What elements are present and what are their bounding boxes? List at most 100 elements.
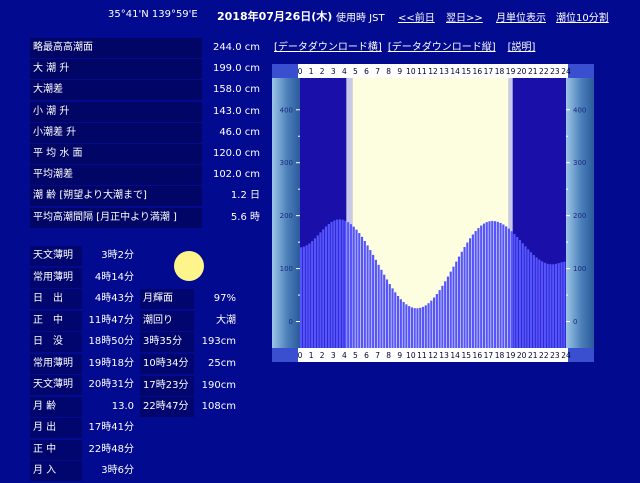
tide-bar <box>374 259 377 348</box>
x-tick-label-top: 12 <box>428 67 438 76</box>
tide-bar <box>388 284 391 348</box>
x-tick-label-top: 19 <box>506 67 516 76</box>
time-label: 天文薄明 <box>30 375 82 395</box>
y-tick-label: 200 <box>280 212 293 220</box>
tide-bar <box>383 274 386 348</box>
y-tick-label: 400 <box>280 106 293 114</box>
tide-bar <box>344 220 347 348</box>
x-tick-label-top: 18 <box>495 67 505 76</box>
x-tick-label-top: 17 <box>484 67 494 76</box>
time-label: 月 齢 <box>30 396 82 417</box>
moon-row: 潮回り 大潮 <box>140 310 240 331</box>
x-tick-label-top: 2 <box>320 67 325 76</box>
moon-label: 月輝面 <box>140 289 194 309</box>
tide-bar <box>471 234 474 348</box>
tide-bar <box>538 259 541 348</box>
time-label: 月 出 <box>30 418 82 438</box>
time-label: 月 入 <box>30 461 82 481</box>
tide-bar <box>513 233 516 348</box>
x-tick-label-top: 6 <box>364 67 369 76</box>
stat-row: 小 潮 升 143.0 cm <box>30 101 262 122</box>
tide-bar <box>394 292 397 348</box>
x-tick-label-top: 22 <box>539 67 549 76</box>
tide-bar <box>488 221 491 348</box>
moon-label: 22時47分 <box>140 397 194 418</box>
tide-interval-link[interactable]: 潮位10分割 <box>556 9 609 24</box>
x-tick-label-top: 1 <box>309 67 314 76</box>
header-bar: 35°41'N 139°59'E 2018年07月26日(木) 使用時 JST … <box>0 9 640 24</box>
tide-bar <box>446 276 450 348</box>
moon-label: 潮回り <box>140 310 194 331</box>
tide-bar <box>430 300 433 348</box>
moon-label: 3時35分 <box>140 332 194 353</box>
timezone: 使用時 JST <box>336 13 385 24</box>
next-day-link[interactable]: 翌日>> <box>446 9 483 24</box>
time-row: 日 出 4時43分 <box>30 289 138 309</box>
tide-bar <box>438 290 441 348</box>
tide-bar <box>380 269 383 348</box>
x-tick-label-bottom: 2 <box>320 351 325 360</box>
stat-row: 潮 齢 [朔望より大潮まで] 1.2 日 <box>30 186 262 207</box>
time-value: 22時48分 <box>88 443 134 455</box>
x-tick-label-bottom: 23 <box>550 351 560 360</box>
tide-bar <box>441 285 444 348</box>
tide-bar <box>408 306 411 348</box>
time-row: 正 中 11時47分 <box>30 310 138 331</box>
tide-bar <box>424 305 427 348</box>
y-tick-label: 0 <box>289 318 293 326</box>
tide-bar <box>324 226 328 348</box>
stat-label: 小潮差 升 <box>30 122 202 143</box>
tide-bar <box>385 279 389 348</box>
tide-chart: 0 0100 100200 200300 300400 40000112233445566… <box>272 64 594 362</box>
y-tick-label: 300 <box>280 159 293 167</box>
tide-bar <box>516 236 519 348</box>
time-row: 常用薄明 19時18分 <box>30 353 138 374</box>
time-label: 日 出 <box>30 289 82 309</box>
time-value: 19時18分 <box>88 357 134 369</box>
tide-bar <box>399 299 402 348</box>
stat-value: 120.0 cm <box>212 147 260 159</box>
x-tick-label-top: 21 <box>528 67 538 76</box>
download-horizontal-link[interactable]: [データダウンロード横] <box>274 42 382 53</box>
stat-value: 102.0 cm <box>212 169 260 181</box>
x-tick-label-top: 16 <box>473 67 483 76</box>
monthly-view-link[interactable]: 月単位表示 <box>496 9 546 24</box>
tide-bar <box>366 245 369 348</box>
tide-bar <box>363 240 366 348</box>
moon-row: 10時34分 25cm <box>140 354 240 375</box>
sun-moon-times-table: 天文薄明 3時2分 常用薄明 4時14分 日 出 4時43分 正 中 11時47分 日 … <box>30 246 138 483</box>
x-tick-label-bottom: 5 <box>353 351 358 360</box>
stat-row: 平 均 水 面 120.0 cm <box>30 143 262 164</box>
tide-bar <box>402 302 405 348</box>
x-tick-label-bottom: 20 <box>517 351 527 360</box>
tide-bar <box>535 257 538 348</box>
x-tick-label-top: 7 <box>375 67 380 76</box>
time-row: 天文薄明 20時31分 <box>30 375 138 395</box>
x-tick-label-top: 0 <box>298 67 303 76</box>
stat-label: 大潮差 <box>30 80 202 101</box>
moon-value: 193cm <box>201 336 236 348</box>
x-tick-label-top: 20 <box>517 67 527 76</box>
tide-bar <box>482 223 486 348</box>
download-vertical-link[interactable]: [データダウンロード縦] <box>388 42 496 53</box>
tide-bar <box>463 247 466 348</box>
x-tick-label-bottom: 11 <box>417 351 427 360</box>
tide-bar <box>435 294 438 348</box>
tide-bar <box>529 252 533 348</box>
prev-day-link[interactable]: <<前日 <box>398 9 435 24</box>
tide-bar <box>518 240 522 348</box>
tide-bar <box>419 307 422 348</box>
time-value: 20時31分 <box>88 379 134 390</box>
y-tick-label: 0 <box>573 318 577 326</box>
time-label: 天文薄明 <box>30 246 82 266</box>
tide-bar <box>355 229 358 348</box>
x-tick-label-bottom: 21 <box>528 351 538 360</box>
x-tick-label-bottom: 8 <box>386 351 391 360</box>
time-label: 常用薄明 <box>30 267 82 288</box>
tide-bar <box>563 261 566 348</box>
x-tick-label-top: 14 <box>450 67 460 76</box>
tide-bar <box>358 233 361 348</box>
time-value: 3時6分 <box>101 465 134 476</box>
x-tick-label-bottom: 24 <box>561 351 571 360</box>
help-link[interactable]: [説明] <box>508 42 536 53</box>
